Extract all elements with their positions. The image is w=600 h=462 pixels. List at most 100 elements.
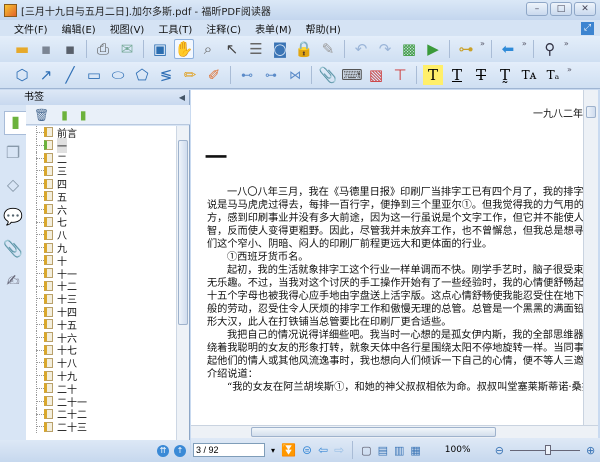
bookmark-item[interactable]: 十三: [26, 292, 176, 306]
fullscreen-view-icon[interactable]: ▣: [150, 39, 170, 59]
select-arrow-icon[interactable]: ↖: [222, 39, 242, 59]
facing-page-icon[interactable]: ▥: [394, 444, 404, 457]
menu-view[interactable]: 视图(V): [110, 21, 145, 36]
continuous-page-icon[interactable]: ▤: [378, 444, 388, 457]
signatures-tab-icon[interactable]: ✍: [2, 271, 24, 295]
bookmark-item[interactable]: 十九: [26, 369, 176, 383]
text-select-icon[interactable]: ☰: [246, 39, 266, 59]
snapshot-icon[interactable]: ◙: [270, 39, 290, 59]
email-icon[interactable]: ✉: [117, 39, 137, 59]
find-binoculars-icon[interactable]: ⚲: [540, 39, 560, 59]
page-dropdown-icon[interactable]: ▾: [271, 446, 275, 455]
last-page-icon[interactable]: ⊜: [302, 443, 312, 457]
bookmark-item[interactable]: 三: [26, 164, 176, 178]
save-as-icon[interactable]: ▪: [60, 39, 80, 59]
bookmark-item[interactable]: 二十三: [26, 420, 176, 434]
menu-help[interactable]: 帮助(H): [306, 21, 341, 36]
arrow-tool-icon[interactable]: ↗: [36, 65, 56, 85]
bookmark-item[interactable]: 十: [26, 253, 176, 268]
bookmark-item[interactable]: 八: [26, 228, 176, 242]
scrollbar-thumb[interactable]: [586, 106, 596, 118]
ellipse-tool-icon[interactable]: ⬭: [108, 65, 128, 85]
perimeter-tool-icon[interactable]: ⊶: [261, 65, 281, 85]
zoom-level[interactable]: 100%: [445, 445, 489, 455]
zoom-slider[interactable]: [510, 444, 580, 455]
play-icon[interactable]: ▶: [423, 39, 443, 59]
line-tool-icon[interactable]: ╱: [60, 65, 80, 85]
polygon-tool-icon[interactable]: ⬠: [132, 65, 152, 85]
scrollbar-thumb[interactable]: [178, 140, 188, 325]
open-icon[interactable]: ▬: [12, 39, 32, 59]
bookmark-item[interactable]: 十六: [26, 330, 176, 345]
expand-bookmark-icon[interactable]: ▮: [80, 108, 87, 122]
menu-edit[interactable]: 编辑(E): [62, 21, 96, 36]
polyline-tool-icon[interactable]: ≶: [156, 65, 176, 85]
bookmark-item[interactable]: 一: [26, 137, 176, 153]
bookmark-item[interactable]: 九: [26, 241, 176, 255]
collapse-all-icon[interactable]: ⇈: [157, 445, 169, 457]
save-icon[interactable]: ▪: [36, 39, 56, 59]
bookmark-item[interactable]: 七: [26, 215, 176, 229]
collapse-panel-icon[interactable]: ◀: [179, 90, 185, 105]
delete-bookmark-icon[interactable]: 🗑: [34, 108, 49, 122]
close-button[interactable]: ✕: [574, 2, 596, 16]
attachments-tab-icon[interactable]: 📎: [2, 239, 24, 263]
add-bookmark-icon[interactable]: ▮: [61, 108, 68, 122]
hand-tool-icon[interactable]: ✋: [174, 39, 194, 59]
distance-tool-icon[interactable]: ⊷: [237, 65, 257, 85]
zoom-slider-knob[interactable]: [545, 444, 552, 455]
insert-text-icon[interactable]: Tₐ: [543, 65, 563, 85]
bookmark-item[interactable]: 十五: [26, 317, 176, 332]
textbox-icon[interactable]: ▧: [366, 65, 386, 85]
callout-icon[interactable]: ⊤: [390, 65, 410, 85]
attachment-icon[interactable]: 📎: [318, 65, 338, 85]
continuous-facing-icon[interactable]: ▦: [410, 444, 420, 457]
highlight-text-icon[interactable]: T: [423, 65, 443, 85]
bookmark-item[interactable]: 十四: [26, 305, 176, 319]
bookmark-item[interactable]: 四: [26, 177, 176, 191]
export-image-icon[interactable]: ▩: [399, 39, 419, 59]
underline-text-icon[interactable]: T: [447, 65, 467, 85]
sign-icon[interactable]: ✎: [318, 39, 338, 59]
page-number-input[interactable]: [193, 443, 265, 457]
bookmark-item[interactable]: 十七: [26, 343, 176, 357]
typewriter-icon[interactable]: ⌨: [341, 65, 363, 85]
zoom-out-icon[interactable]: ⊖: [495, 444, 504, 457]
eraser-icon[interactable]: ✐: [204, 65, 224, 85]
bookmark-item[interactable]: 五: [26, 189, 176, 204]
menu-form[interactable]: 表单(M): [255, 21, 291, 36]
strikeout-text-icon[interactable]: T: [471, 65, 491, 85]
minimize-button[interactable]: –: [526, 2, 548, 16]
area-tool-icon[interactable]: ⋈: [285, 65, 305, 85]
redo-icon[interactable]: ↷: [375, 39, 395, 59]
first-page-icon[interactable]: ⏬: [281, 443, 296, 457]
link-icon[interactable]: ⊶: [456, 39, 476, 59]
bookmarks-tab-icon[interactable]: ▮: [4, 111, 26, 135]
document-vertical-scrollbar[interactable]: [583, 90, 598, 425]
next-page-icon[interactable]: ⇨: [334, 443, 344, 457]
expand-up-icon[interactable]: ↑: [174, 445, 186, 457]
squiggly-text-icon[interactable]: T̰: [495, 65, 515, 85]
document-view[interactable]: 一九八二年 一 一八〇八年三月，我在《马德里日报》印刷厂当排字工已有四个月了，我…: [191, 90, 583, 425]
maximize-button[interactable]: □: [550, 2, 572, 16]
bookmark-item[interactable]: 二: [26, 151, 176, 166]
rectangle-tool-icon[interactable]: ▭: [84, 65, 104, 85]
undo-icon[interactable]: ↶: [351, 39, 371, 59]
zoom-in-icon[interactable]: ⊕: [586, 444, 595, 457]
bookmark-item[interactable]: 六: [26, 202, 176, 217]
cloud-shape-icon[interactable]: ⬡: [12, 65, 32, 85]
menu-file[interactable]: 文件(F): [14, 21, 48, 36]
bookmark-item[interactable]: 前言: [26, 126, 176, 140]
bookmark-item[interactable]: 二十: [26, 381, 176, 396]
fullscreen-icon[interactable]: ⤢: [581, 22, 594, 35]
bookmark-scrollbar[interactable]: [176, 126, 189, 440]
previous-page-icon[interactable]: ⇦: [318, 443, 328, 457]
layers-tab-icon[interactable]: ◇: [2, 175, 24, 199]
bookmark-item[interactable]: 二十一: [26, 394, 176, 409]
scrollbar-thumb[interactable]: [251, 427, 496, 437]
zoom-page-icon[interactable]: ⌕: [198, 39, 218, 59]
security-lock-icon[interactable]: 🔒: [294, 39, 314, 59]
single-page-icon[interactable]: ▢: [361, 444, 371, 457]
menu-tools[interactable]: 工具(T): [158, 21, 192, 36]
print-icon[interactable]: ⎙: [93, 39, 113, 59]
